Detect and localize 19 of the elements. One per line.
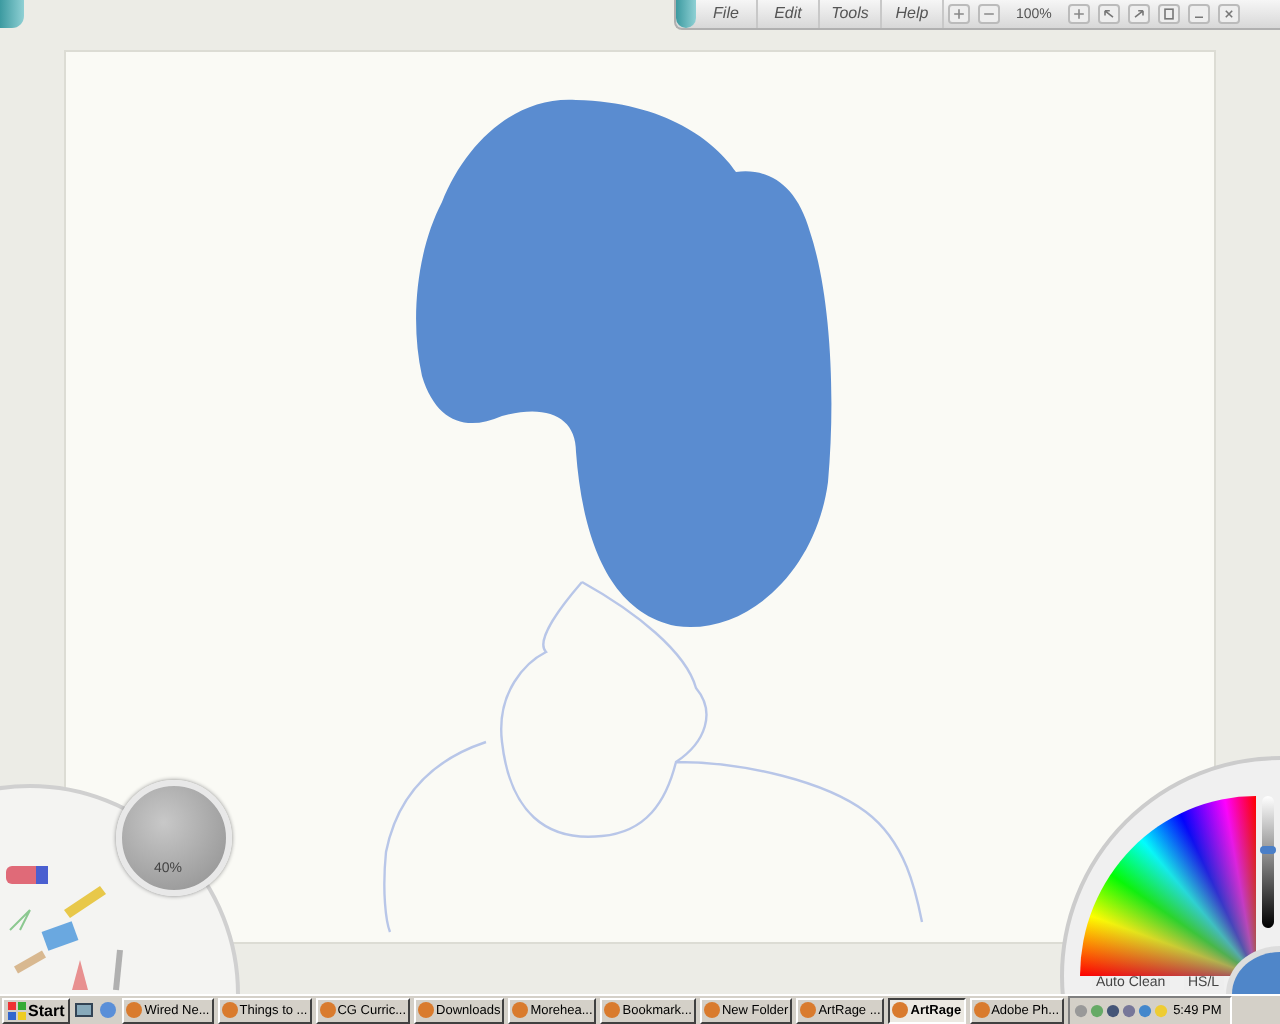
menu-item[interactable]: Tools xyxy=(820,0,882,28)
desktop-icon[interactable] xyxy=(74,1000,95,1020)
minimize-icon[interactable] xyxy=(1187,4,1210,24)
start-button[interactable]: Start xyxy=(2,997,71,1023)
windows-logo-icon xyxy=(8,1001,26,1019)
panel-tab-icon[interactable] xyxy=(676,0,696,28)
redo-icon[interactable] xyxy=(1127,4,1150,24)
zoom-out-icon[interactable] xyxy=(978,4,1000,24)
zoom-in-icon[interactable] xyxy=(1067,4,1090,24)
menu-item[interactable]: Edit xyxy=(758,0,820,28)
zoom-in-icon[interactable] xyxy=(948,4,970,24)
undo-icon[interactable] xyxy=(1097,4,1120,24)
slider-thumb[interactable] xyxy=(1260,845,1276,854)
menu-item[interactable]: Help xyxy=(882,0,944,28)
close-icon[interactable] xyxy=(1217,4,1240,24)
menu-item[interactable]: File xyxy=(696,0,758,28)
panel-tab-icon[interactable] xyxy=(0,0,24,28)
lightness-slider[interactable] xyxy=(1262,796,1274,928)
window-icon[interactable] xyxy=(1157,4,1180,24)
